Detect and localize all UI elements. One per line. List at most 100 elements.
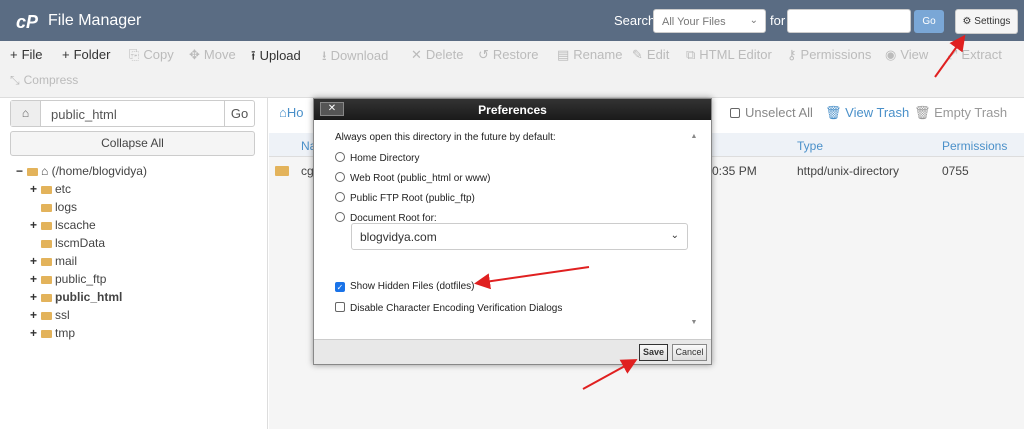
checkbox-checked-icon[interactable]: ✓	[335, 282, 345, 292]
search-scope-value: All Your Files	[662, 16, 726, 28]
folder-icon	[41, 258, 52, 266]
upload-label: Upload	[259, 48, 301, 63]
expand-toggle[interactable]: +	[30, 272, 41, 286]
row-name: cg	[301, 164, 314, 178]
search-input[interactable]	[787, 9, 911, 33]
column-permissions[interactable]: Permissions	[942, 139, 1007, 153]
home-icon: ⌂	[279, 105, 287, 120]
tree-item-lscache[interactable]: + lscache	[30, 218, 96, 232]
column-type[interactable]: Type	[797, 139, 823, 153]
tree-item-public-ftp[interactable]: + public_ftp	[30, 272, 106, 286]
new-file-label: File	[21, 47, 43, 62]
compress-button[interactable]: ⤡ Compress	[10, 73, 78, 88]
unselect-all-label: Unselect All	[745, 105, 813, 120]
edit-button[interactable]: ✎ Edit	[632, 47, 669, 63]
expand-toggle[interactable]: +	[30, 326, 41, 340]
scroll-up-icon[interactable]: ▲	[688, 133, 700, 140]
checkbox-icon[interactable]	[335, 302, 345, 312]
domain-select-value: blogvidya.com	[360, 230, 437, 244]
collapse-toggle[interactable]: −	[16, 164, 27, 178]
dialog-scrollbar[interactable]: ▲ ▼	[688, 133, 700, 326]
save-button[interactable]: Save	[639, 344, 668, 361]
close-icon[interactable]: ✕	[320, 102, 344, 116]
radio-home-directory[interactable]: Home Directory	[335, 152, 419, 164]
expand-toggle[interactable]: +	[30, 254, 41, 268]
panel-divider[interactable]	[267, 98, 268, 429]
new-folder-label: Folder	[73, 47, 111, 62]
radio-web-root[interactable]: Web Root (public_html or www)	[335, 172, 490, 184]
expand-toggle[interactable]: +	[30, 182, 41, 196]
unselect-all-button[interactable]: Unselect All	[730, 105, 813, 120]
upload-button[interactable]: ⭱ Upload	[251, 47, 301, 69]
view-button[interactable]: ◉ View	[885, 47, 928, 63]
settings-button[interactable]: ⚙ Settings	[955, 9, 1018, 34]
rename-button[interactable]: ▤ Rename	[557, 47, 622, 63]
eye-icon: ◉	[885, 47, 897, 62]
folder-icon	[41, 330, 52, 338]
extract-label: Extract	[961, 47, 1002, 62]
extract-button[interactable]: ⤢ Extract	[947, 47, 1002, 63]
collapse-all-button[interactable]: Collapse All	[10, 131, 255, 156]
tree-item-ssl[interactable]: + ssl	[30, 308, 70, 322]
tree-item-label: mail	[55, 254, 78, 268]
tree-item-lscmdata[interactable]: lscmData	[30, 236, 105, 250]
top-bar: cP File Manager Search All Your Files ⌄ f…	[0, 0, 1024, 41]
checkbox-icon	[730, 108, 740, 118]
trash-icon: 🗑	[914, 105, 931, 120]
download-button[interactable]: ⭳ Download	[322, 47, 388, 69]
expand-toggle[interactable]: +	[30, 218, 41, 232]
tree-item-label: lscmData	[55, 236, 106, 250]
row-modified: 0:35 PM	[712, 164, 757, 178]
radio-icon[interactable]	[335, 152, 345, 162]
tree-item-logs[interactable]: logs	[30, 200, 77, 214]
home-nav-button[interactable]: ⌂Ho	[279, 105, 303, 120]
dialog-header: Preferences ✕	[314, 99, 711, 120]
radio-public-ftp-root[interactable]: Public FTP Root (public_ftp)	[335, 192, 475, 204]
folder-icon	[41, 240, 52, 248]
tree-item-public-html[interactable]: + public_html	[30, 290, 122, 304]
radio-icon[interactable]	[335, 192, 345, 202]
row-type: httpd/unix-directory	[797, 164, 900, 178]
new-folder-button[interactable]: + Folder	[62, 47, 110, 62]
radio-label: Web Root (public_html or www)	[350, 173, 491, 184]
new-file-button[interactable]: + File	[10, 47, 43, 62]
html-editor-label: HTML Editor	[699, 47, 772, 62]
search-scope-select[interactable]: All Your Files ⌄	[653, 9, 766, 33]
restore-button[interactable]: ↺ Restore	[478, 47, 538, 63]
folder-icon	[41, 222, 52, 230]
domain-select[interactable]: blogvidya.com ⌄	[351, 223, 688, 250]
dialog-title: Preferences	[478, 103, 547, 117]
disable-encoding-option[interactable]: Disable Character Encoding Verification …	[335, 302, 562, 314]
home-icon: ⌂	[41, 164, 49, 178]
cpanel-logo[interactable]: cP	[16, 12, 38, 33]
path-input[interactable]: public_html	[51, 107, 117, 122]
delete-button[interactable]: ✕ Delete	[411, 47, 463, 63]
tree-item-mail[interactable]: + mail	[30, 254, 77, 268]
html-editor-button[interactable]: ⧉ HTML Editor	[686, 47, 772, 63]
path-go-button[interactable]: Go	[224, 101, 254, 126]
empty-trash-button[interactable]: 🗑 Empty Trash	[914, 105, 1007, 121]
radio-icon[interactable]	[335, 172, 345, 182]
move-button[interactable]: ✥ Move	[189, 47, 236, 63]
tree-item-label: (/home/blogvidya)	[51, 164, 147, 178]
home-icon[interactable]: ⌂	[11, 101, 41, 126]
tree-item-tmp[interactable]: + tmp	[30, 326, 75, 340]
tree-item-etc[interactable]: + etc	[30, 182, 71, 196]
scroll-down-icon[interactable]: ▼	[688, 319, 700, 326]
preferences-dialog: Preferences ✕ Always open this directory…	[313, 98, 712, 365]
tree-item-home[interactable]: − ⌂ (/home/blogvidya)	[16, 164, 147, 178]
search-go-button[interactable]: Go	[914, 10, 944, 33]
copy-button[interactable]: ⎘ Copy	[129, 47, 174, 63]
permissions-button[interactable]: ⚷ Permissions	[787, 47, 871, 63]
view-trash-button[interactable]: 🗑 View Trash	[825, 105, 909, 121]
expand-toggle[interactable]: +	[30, 308, 41, 322]
show-hidden-files-option[interactable]: ✓ Show Hidden Files (dotfiles)	[335, 281, 475, 292]
radio-icon[interactable]	[335, 212, 345, 222]
cancel-button[interactable]: Cancel	[672, 344, 707, 361]
folder-icon	[41, 204, 52, 212]
folder-icon	[275, 164, 292, 178]
expand-toggle[interactable]: +	[30, 290, 41, 304]
tree-item-label: ssl	[55, 308, 70, 322]
delete-icon: ✕	[411, 47, 422, 62]
rename-icon: ▤	[557, 47, 570, 62]
